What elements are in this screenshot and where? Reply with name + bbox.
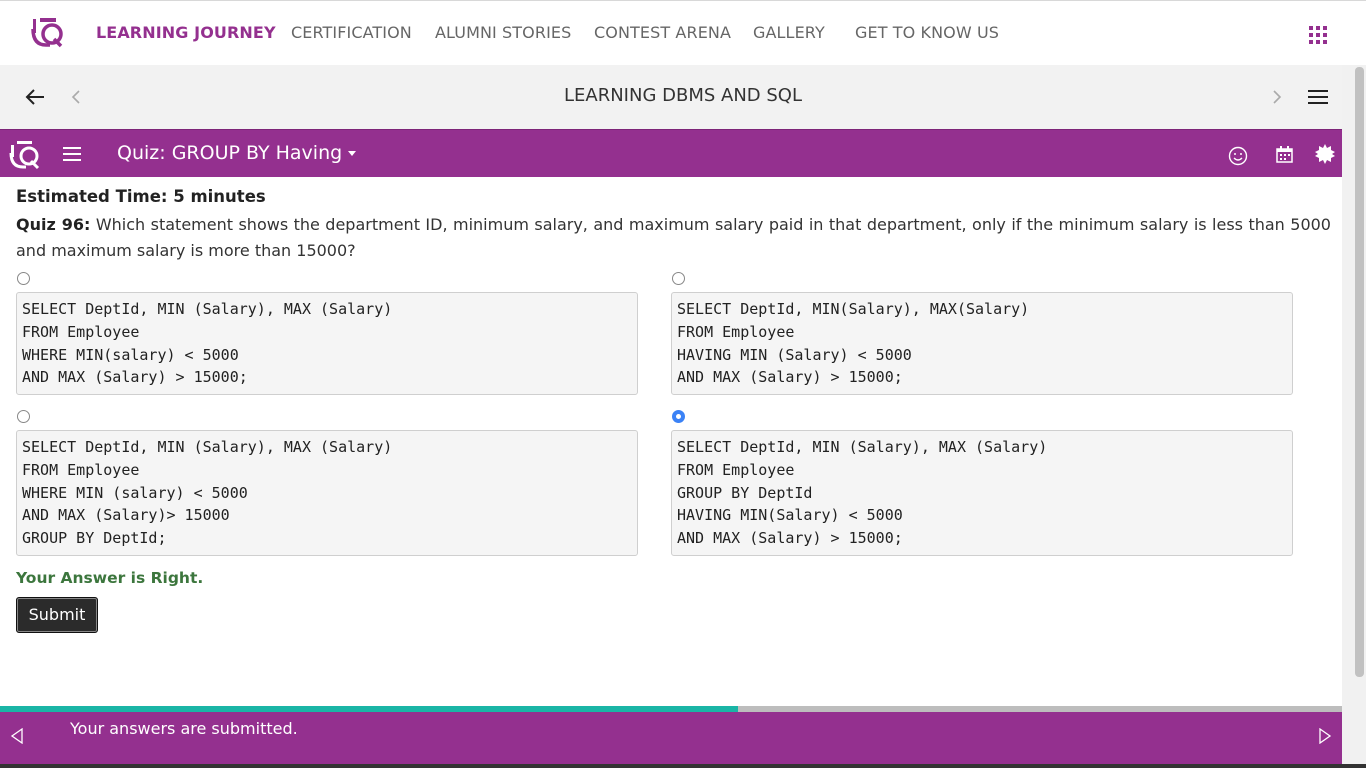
code-line: AND MAX (Salary) > 15000; [677, 529, 903, 548]
option-3-radio[interactable] [17, 410, 30, 423]
code-line: HAVING MIN(Salary) < 5000 [677, 506, 903, 525]
infytq-logo-icon[interactable] [30, 15, 66, 51]
course-title: LEARNING DBMS AND SQL [564, 85, 802, 106]
nav-certification[interactable]: CERTIFICATION [291, 23, 412, 42]
hamburger-menu-icon[interactable] [1308, 89, 1328, 105]
course-header: LEARNING DBMS AND SQL [0, 65, 1342, 129]
footer-message: Your answers are submitted. [70, 719, 298, 738]
code-line: FROM Employee [677, 322, 795, 341]
quiz-title-dropdown[interactable]: Quiz: GROUP BY Having [117, 142, 357, 164]
code-line: AND MAX (Salary) > 15000; [22, 368, 248, 387]
result-message: Your Answer is Right. [16, 569, 204, 587]
option-4-radio[interactable] [672, 410, 685, 423]
bottom-edge [0, 764, 1366, 768]
option-2-code[interactable]: SELECT DeptId, MIN(Salary), MAX(Salary) … [671, 292, 1293, 395]
chevron-right-icon[interactable] [1271, 89, 1283, 105]
option-1-code[interactable]: SELECT DeptId, MIN (Salary), MAX (Salary… [16, 292, 638, 395]
gear-icon[interactable] [1315, 144, 1335, 164]
question-body: Which statement shows the department ID,… [16, 215, 1331, 260]
code-line: SELECT DeptId, MIN (Salary), MAX (Salary… [677, 438, 1048, 456]
footer-bar: Your answers are submitted. [0, 712, 1342, 764]
smiley-icon[interactable] [1228, 146, 1248, 166]
option-1-radio[interactable] [17, 272, 30, 285]
code-line: SELECT DeptId, MIN(Salary), MAX(Salary) [677, 300, 1030, 318]
triangle-left-icon[interactable] [10, 728, 24, 744]
triangle-right-icon[interactable] [1318, 728, 1332, 744]
code-line: HAVING MIN (Salary) < 5000 [677, 345, 912, 364]
hamburger-menu-icon[interactable] [63, 147, 81, 161]
nav-get-to-know-us[interactable]: GET TO KNOW US [855, 23, 999, 42]
option-4-code[interactable]: SELECT DeptId, MIN (Salary), MAX (Salary… [671, 430, 1293, 556]
nav-gallery[interactable]: GALLERY [753, 23, 825, 42]
question-label: Quiz 96: [16, 215, 91, 234]
quiz-toolbar: Quiz: GROUP BY Having [0, 129, 1342, 177]
code-line: AND MAX (Salary) > 15000; [677, 368, 903, 387]
code-line: WHERE MIN(salary) < 5000 [22, 345, 239, 364]
code-line: FROM Employee [677, 460, 795, 479]
code-line: SELECT DeptId, MIN (Salary), MAX (Salary… [22, 300, 393, 318]
calendar-icon[interactable] [1276, 146, 1293, 163]
question-text: Quiz 96: Which statement shows the depar… [16, 212, 1331, 264]
grid-apps-icon[interactable] [1309, 26, 1327, 44]
quiz-title-label: Quiz: GROUP BY Having [117, 142, 343, 164]
estimated-time: Estimated Time: 5 minutes [16, 187, 266, 206]
code-line: FROM Employee [22, 460, 140, 479]
option-3-code[interactable]: SELECT DeptId, MIN (Salary), MAX (Salary… [16, 430, 638, 556]
nav-contest-arena[interactable]: CONTEST ARENA [594, 23, 731, 42]
scrollbar-thumb[interactable] [1355, 67, 1364, 677]
infytq-logo-icon[interactable] [8, 139, 42, 171]
caret-down-icon [348, 151, 357, 156]
submit-button[interactable]: Submit [16, 597, 98, 633]
nav-learning-journey[interactable]: LEARNING JOURNEY [96, 23, 276, 42]
code-line: AND MAX (Salary)> 15000 [22, 506, 230, 525]
code-line: WHERE MIN (salary) < 5000 [22, 483, 248, 502]
code-line: GROUP BY DeptId [677, 483, 813, 502]
code-line: SELECT DeptId, MIN (Salary), MAX (Salary… [22, 438, 393, 456]
code-line: FROM Employee [22, 322, 140, 341]
code-line: GROUP BY DeptId; [22, 529, 167, 548]
top-navigation: LEARNING JOURNEY CERTIFICATION ALUMNI ST… [0, 0, 1366, 65]
option-2-radio[interactable] [672, 272, 685, 285]
nav-alumni-stories[interactable]: ALUMNI STORIES [435, 23, 571, 42]
